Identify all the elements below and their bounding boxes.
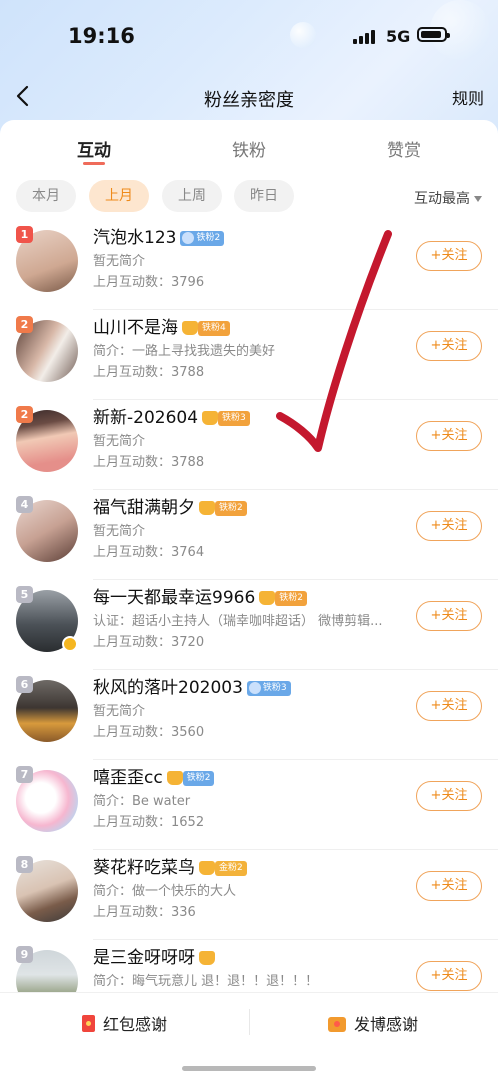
- red-checkmark-annotation: [276, 230, 392, 452]
- tab-appreciation[interactable]: 赞赏: [364, 136, 444, 161]
- fan-level-badge: 铁粉2: [275, 590, 307, 606]
- verified-badge-icon: [62, 636, 78, 652]
- diamond-icon: [248, 681, 261, 694]
- fan-list: 1 汽泡水123 铁粉2 暂无简介 上月互动数：3796 +关注 2 山川不是海铁…: [0, 220, 498, 996]
- period-filter: 本月 上月 上周 昨日 互动最高: [0, 180, 498, 214]
- network-label: 5G: [386, 27, 411, 46]
- list-item[interactable]: 8 葵花籽吃菜鸟 金粉2 简介：做一个快乐的大人 上月互动数：336 +关注: [0, 850, 498, 940]
- follow-button[interactable]: +关注: [416, 601, 482, 631]
- list-item[interactable]: 2 山川不是海 铁粉4 简介：一路上寻找我遗失的美好 上月互动数：3788 +关注: [0, 310, 498, 400]
- page-title: 粉丝亲密度: [204, 90, 294, 111]
- follow-button[interactable]: +关注: [416, 331, 482, 361]
- signal-icon: [353, 30, 379, 44]
- fan-level-badge: 铁粉2: [182, 770, 215, 786]
- user-intro: 暂无简介: [93, 704, 146, 719]
- crown-icon: [199, 861, 215, 875]
- chip-last-week[interactable]: 上周: [162, 180, 222, 212]
- rank-badge: 5: [16, 586, 33, 603]
- list-item[interactable]: 1 汽泡水123 铁粉2 暂无简介 上月互动数：3796 +关注: [0, 220, 498, 310]
- rank-badge: 9: [16, 946, 33, 963]
- fan-level-badge: 铁粉4: [198, 320, 230, 336]
- interaction-count: 上月互动数：3720: [93, 635, 205, 650]
- battery-icon: [417, 27, 450, 42]
- user-name[interactable]: 汽泡水123 铁粉2: [93, 223, 225, 248]
- user-name[interactable]: 是三金呀呀呀: [93, 943, 215, 968]
- follow-button[interactable]: +关注: [416, 871, 482, 901]
- fan-level-badge: 铁粉2: [215, 500, 247, 516]
- fan-level-badge: 铁粉3: [246, 680, 291, 696]
- nav-bar: 粉丝亲密度 规则: [0, 74, 498, 118]
- fan-level-badge: 铁粉3: [218, 410, 250, 426]
- rules-link[interactable]: 规则: [452, 85, 484, 109]
- list-item[interactable]: 9 是三金呀呀呀 简介：晦气玩意儿 退！退！！退！！！ +关注: [0, 940, 498, 996]
- user-intro: 简介：Be water: [93, 794, 191, 809]
- user-intro: 暂无简介: [93, 524, 146, 539]
- interaction-count: 上月互动数：3764: [93, 545, 205, 560]
- tab-interaction[interactable]: 互动: [54, 136, 134, 161]
- user-intro: 认证：超话小主持人（瑞幸咖啡超话） 微博剪辑...: [93, 614, 383, 629]
- red-envelope-icon: [82, 1015, 95, 1032]
- crown-icon: [199, 501, 215, 515]
- sort-label: 互动最高: [414, 191, 470, 207]
- rank-badge: 8: [16, 856, 33, 873]
- user-intro: 简介：做一个快乐的大人: [93, 884, 237, 899]
- tab-bar: 互动 铁粉 赞赏: [0, 120, 498, 172]
- follow-button[interactable]: +关注: [416, 511, 482, 541]
- interaction-count: 上月互动数：336: [93, 905, 196, 920]
- follow-button[interactable]: +关注: [416, 241, 482, 271]
- chip-this-month[interactable]: 本月: [16, 180, 76, 212]
- caret-down-icon: [474, 196, 482, 202]
- interaction-count: 上月互动数：3788: [93, 455, 205, 470]
- rank-badge: 2: [16, 316, 33, 333]
- gold-fan-badge: 金粉2: [215, 860, 247, 876]
- interaction-count: 上月互动数：3796: [93, 275, 205, 290]
- tab-iron-fans[interactable]: 铁粉: [209, 136, 289, 161]
- content-panel: 互动 铁粉 赞赏 本月 上月 上周 昨日 互动最高 1 汽泡水123 铁粉2 暂无…: [0, 120, 498, 1080]
- bottom-action-bar: 红包感谢 发博感谢: [0, 992, 498, 1053]
- user-name[interactable]: 嘻歪歪cc 铁粉2: [93, 763, 215, 788]
- crown-icon: [199, 951, 215, 965]
- divider: [249, 1009, 250, 1035]
- user-name[interactable]: 新新-202604 铁粉3: [93, 403, 250, 428]
- list-item[interactable]: 5 每一天都最幸运9966 铁粉2 认证：超话小主持人（瑞幸咖啡超话） 微博剪辑.…: [0, 580, 498, 670]
- red-packet-thanks-button[interactable]: 红包感谢: [82, 1011, 167, 1035]
- chip-yesterday[interactable]: 昨日: [234, 180, 294, 212]
- list-item[interactable]: 4 福气甜满朝夕 铁粉2 暂无简介 上月互动数：3764 +关注: [0, 490, 498, 580]
- crown-icon: [166, 771, 183, 785]
- home-indicator: [182, 1066, 316, 1071]
- chip-last-month[interactable]: 上月: [89, 180, 149, 212]
- user-name[interactable]: 山川不是海 铁粉4: [93, 313, 230, 338]
- tab-indicator: [83, 162, 105, 165]
- follow-button[interactable]: +关注: [416, 691, 482, 721]
- interaction-count: 上月互动数：3560: [93, 725, 205, 740]
- diamond-icon: [182, 231, 195, 244]
- sort-dropdown[interactable]: 互动最高: [414, 188, 482, 208]
- interaction-count: 上月互动数：3788: [93, 365, 205, 380]
- rank-badge: 2: [16, 406, 33, 423]
- user-name[interactable]: 每一天都最幸运9966 铁粉2: [93, 583, 307, 608]
- status-bar: 19:16 5G: [0, 0, 498, 74]
- follow-button[interactable]: +关注: [416, 781, 482, 811]
- crown-icon: [259, 591, 276, 605]
- follow-button[interactable]: +关注: [416, 421, 482, 451]
- rank-badge: 7: [16, 766, 33, 783]
- user-name[interactable]: 葵花籽吃菜鸟 金粉2: [93, 853, 247, 878]
- crown-icon: [202, 411, 219, 425]
- fan-level-badge: 铁粉2: [180, 230, 225, 246]
- list-item[interactable]: 6 秋风的落叶202003 铁粉3 暂无简介 上月互动数：3560 +关注: [0, 670, 498, 760]
- follow-button[interactable]: +关注: [416, 961, 482, 991]
- user-name[interactable]: 秋风的落叶202003 铁粉3: [93, 673, 291, 698]
- rank-badge: 4: [16, 496, 33, 513]
- list-item[interactable]: 7 嘻歪歪cc 铁粉2 简介：Be water 上月互动数：1652 +关注: [0, 760, 498, 850]
- post-thanks-button[interactable]: 发博感谢: [328, 1011, 418, 1035]
- status-time: 19:16: [68, 24, 135, 48]
- interaction-count: 上月互动数：1652: [93, 815, 205, 830]
- rank-badge: 6: [16, 676, 33, 693]
- gift-mail-icon: [328, 1017, 346, 1032]
- crown-icon: [182, 321, 198, 335]
- user-name[interactable]: 福气甜满朝夕 铁粉2: [93, 493, 247, 518]
- list-item[interactable]: 2 新新-202604 铁粉3 暂无简介 上月互动数：3788 +关注: [0, 400, 498, 490]
- rank-badge: 1: [16, 226, 33, 243]
- user-intro: 简介：晦气玩意儿 退！退！！退！！！: [93, 974, 319, 989]
